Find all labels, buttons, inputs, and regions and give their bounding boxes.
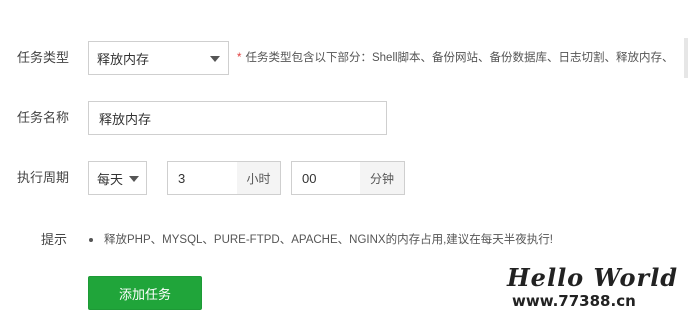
task-name-input[interactable]: 释放内存 [88,101,387,135]
minute-input[interactable]: 00 [291,161,361,195]
tip-label: 提示 [41,232,68,247]
task-type-select[interactable]: 释放内存 [88,41,229,75]
task-name-value: 释放内存 [99,111,152,127]
hour-input[interactable]: 3 [167,161,238,195]
chevron-down-icon [129,176,139,182]
frequency-select[interactable]: 每天 [88,161,147,195]
add-task-button[interactable]: 添加任务 [88,276,202,310]
task-type-hint-text: 任务类型包含以下部分：Shell脚本、备份网站、备份数据库、日志切割、释放内存、 [245,52,674,64]
watermark-url: www.77388.cn [512,292,636,310]
task-type-hint: * 任务类型包含以下部分：Shell脚本、备份网站、备份数据库、日志切割、释放内存… [237,50,674,66]
required-marker: * [237,52,242,64]
scrollbar-edge [684,38,688,78]
hour-unit-addon: 小时 [237,161,281,195]
tip-text: 释放PHP、MYSQL、PURE-FTPD、APACHE、NGINX的内存占用,… [104,234,553,246]
minute-value: 00 [302,170,317,186]
chevron-down-icon [210,56,220,62]
frequency-value: 每天 [97,171,124,187]
task-type-label: 任务类型 [17,50,70,65]
task-name-label: 任务名称 [17,110,70,125]
bullet-icon [89,238,93,242]
watermark-title: Hello World [507,263,679,292]
minute-unit-addon: 分钟 [360,161,405,195]
period-label: 执行周期 [17,170,70,185]
hour-value: 3 [178,170,186,186]
task-type-selected-value: 释放内存 [97,51,150,67]
